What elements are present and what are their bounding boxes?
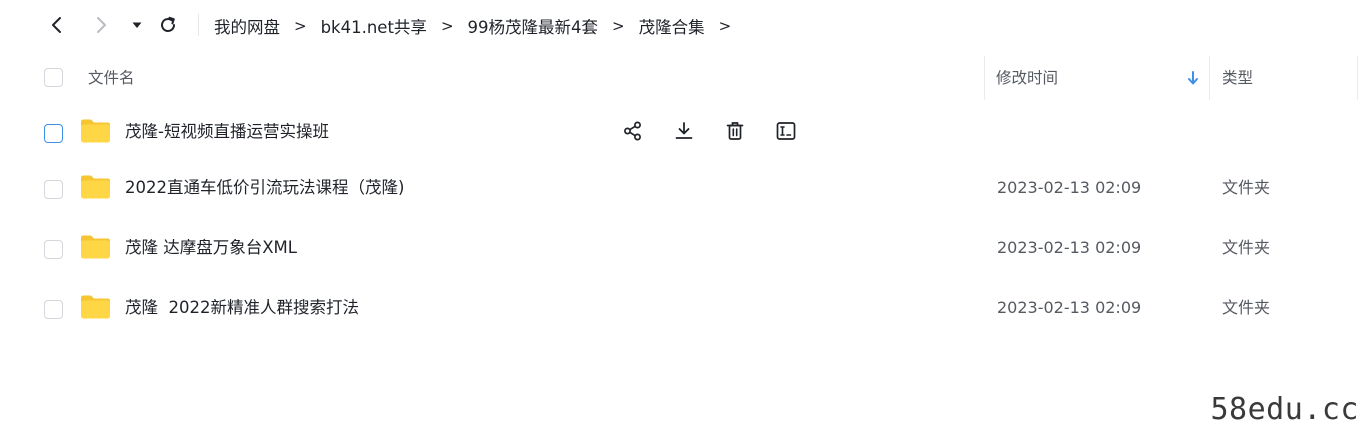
row-actions (620, 118, 824, 146)
breadcrumb-item-current[interactable]: 茂隆合集 (639, 14, 705, 38)
chevron-right-icon (97, 17, 106, 33)
caret-down-icon (132, 22, 142, 28)
breadcrumb-separator: > (718, 17, 732, 35)
folder-icon (81, 175, 110, 199)
file-name[interactable]: 茂隆 2022新精准人群搜索打法 (125, 280, 359, 336)
column-divider[interactable] (984, 56, 985, 100)
column-header-name[interactable]: 文件名 (88, 52, 135, 104)
breadcrumb-item[interactable]: 我的网盘 (214, 14, 280, 38)
breadcrumb: 我的网盘 > bk41.net共享 > 99杨茂隆最新4套 > 茂隆合集 > (214, 0, 745, 52)
row-checkbox[interactable] (44, 240, 63, 259)
folder-icon (81, 235, 110, 259)
rename-button[interactable] (773, 118, 799, 144)
file-mtime: 2023-02-13 02:09 (997, 178, 1142, 197)
file-type: 文件夹 (1222, 178, 1271, 197)
file-row[interactable]: 2022直通车低价引流玩法课程（茂隆) 2023-02-13 02:09 文件夹 (0, 160, 1369, 220)
file-type: 文件夹 (1222, 238, 1271, 257)
navigation-bar: 我的网盘 > bk41.net共享 > 99杨茂隆最新4套 > 茂隆合集 > (0, 0, 1369, 52)
chevron-left-icon (52, 17, 61, 33)
row-checkbox[interactable] (44, 300, 63, 319)
refresh-icon (161, 16, 175, 32)
forward-button[interactable] (88, 12, 114, 38)
file-name[interactable]: 茂隆 达摩盘万象台XML (125, 220, 297, 276)
history-dropdown-button[interactable] (124, 12, 150, 38)
file-list-header: 文件名 修改时间 类型 (0, 52, 1369, 104)
breadcrumb-separator: > (294, 17, 307, 35)
share-button[interactable] (620, 118, 646, 144)
breadcrumb-separator: > (612, 17, 625, 35)
file-list: 茂隆-短视频直播运营实操班 2022直通车低价引流玩法课程（茂隆) 2023-0… (0, 104, 1369, 340)
select-all-checkbox[interactable] (44, 68, 63, 87)
file-row[interactable]: 茂隆-短视频直播运营实操班 (0, 104, 1369, 160)
row-checkbox[interactable] (44, 124, 63, 143)
column-divider[interactable] (1209, 56, 1210, 100)
file-name[interactable]: 2022直通车低价引流玩法课程（茂隆) (125, 160, 404, 216)
refresh-button[interactable] (155, 12, 181, 38)
download-icon (675, 122, 693, 139)
file-mtime: 2023-02-13 02:09 (997, 238, 1142, 257)
toolbar-divider (198, 14, 199, 36)
sort-desc-icon[interactable] (1186, 69, 1200, 87)
column-divider[interactable] (1357, 56, 1358, 100)
breadcrumb-item[interactable]: 99杨茂隆最新4套 (468, 14, 599, 38)
back-button[interactable] (44, 12, 70, 38)
delete-button[interactable] (722, 118, 748, 144)
column-header-mtime[interactable]: 修改时间 (996, 52, 1058, 104)
file-row[interactable]: 茂隆 达摩盘万象台XML 2023-02-13 02:09 文件夹 (0, 220, 1369, 280)
share-icon (624, 121, 641, 141)
breadcrumb-item[interactable]: bk41.net共享 (321, 14, 427, 38)
breadcrumb-separator: > (440, 17, 454, 35)
file-name[interactable]: 茂隆-短视频直播运营实操班 (125, 104, 329, 160)
row-checkbox[interactable] (44, 180, 63, 199)
rename-icon (776, 122, 796, 140)
file-row[interactable]: 茂隆 2022新精准人群搜索打法 2023-02-13 02:09 文件夹 (0, 280, 1369, 340)
column-header-type[interactable]: 类型 (1222, 52, 1253, 104)
download-button[interactable] (671, 118, 697, 144)
watermark: 58edu.cc (1210, 392, 1359, 427)
folder-icon (81, 295, 110, 319)
file-type: 文件夹 (1222, 298, 1271, 317)
folder-icon (81, 119, 110, 143)
delete-icon (726, 122, 744, 140)
file-mtime: 2023-02-13 02:09 (997, 298, 1142, 317)
